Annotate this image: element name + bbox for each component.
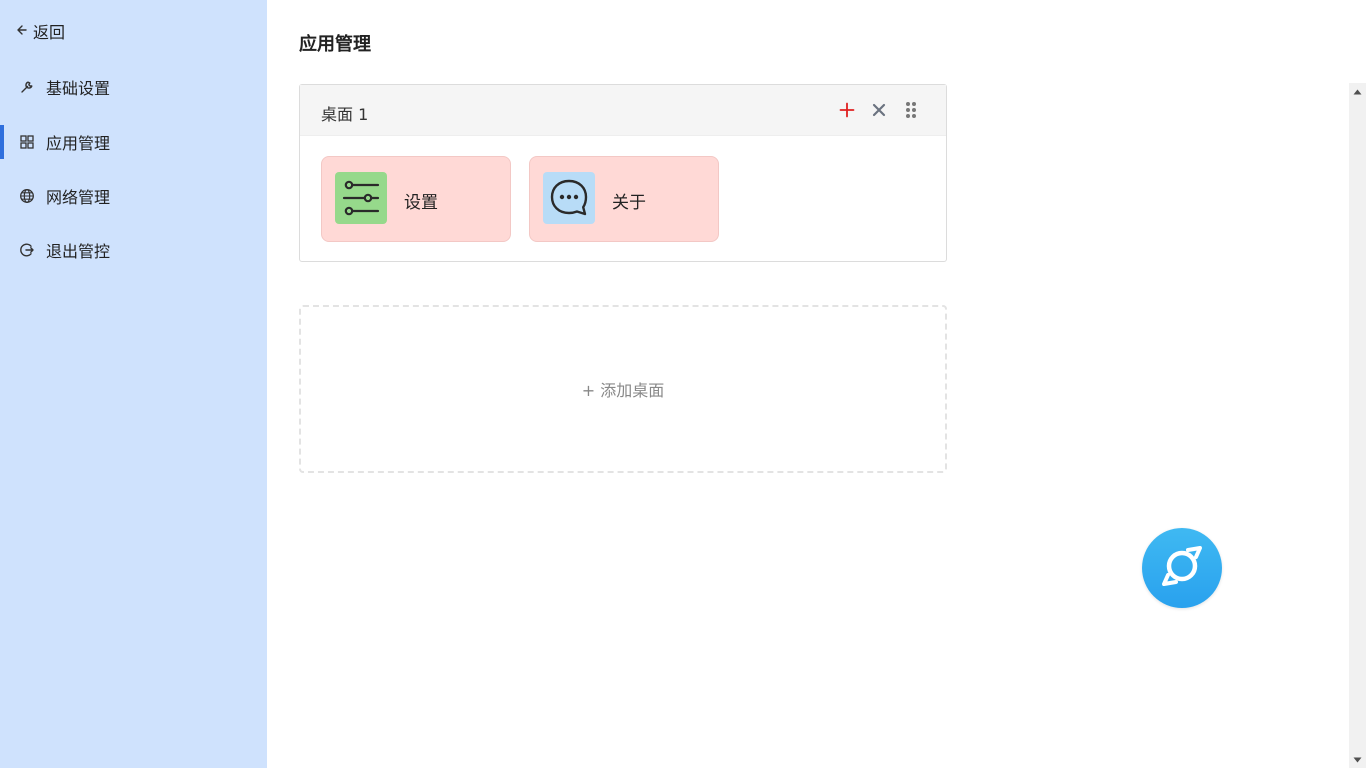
- sidebar: 返回 基础设置 应用管理 网络管理 退出管控: [0, 0, 267, 768]
- page-title: 应用管理: [299, 34, 371, 55]
- app-label: 关于: [612, 193, 646, 213]
- grid-icon: [19, 134, 35, 150]
- close-icon[interactable]: [870, 99, 888, 121]
- sidebar-item-network-management[interactable]: 网络管理: [0, 179, 267, 213]
- scroll-down-icon[interactable]: [1349, 751, 1366, 768]
- desktop-panel: 桌面 1 设置 关于: [299, 84, 947, 262]
- desktop-title: 桌面 1: [321, 105, 369, 124]
- scroll-up-icon[interactable]: [1349, 83, 1366, 100]
- sidebar-item-exit-control[interactable]: 退出管控: [0, 233, 267, 267]
- sidebar-item-label: 退出管控: [46, 242, 111, 261]
- vertical-scrollbar[interactable]: [1349, 83, 1366, 768]
- chat-bubble-icon: [543, 172, 595, 224]
- app-card-settings[interactable]: 设置: [321, 156, 511, 242]
- sidebar-item-basic-settings[interactable]: 基础设置: [0, 70, 267, 104]
- add-desktop-button[interactable]: + 添加桌面: [299, 305, 947, 473]
- sidebar-item-label: 网络管理: [46, 188, 111, 207]
- sidebar-item-label: 应用管理: [46, 134, 111, 153]
- sidebar-item-app-management[interactable]: 应用管理: [0, 125, 267, 159]
- desktop-actions: [838, 99, 920, 121]
- main-content: 应用管理 桌面 1 设置 关于 + 添加桌面: [267, 0, 1349, 768]
- scrollbar-track[interactable]: [1351, 101, 1364, 749]
- plus-icon[interactable]: [838, 99, 856, 121]
- planet-ring-icon: [1158, 542, 1206, 594]
- sliders-icon: [335, 172, 387, 224]
- globe-icon: [19, 188, 35, 204]
- arrow-left-icon: [14, 22, 28, 41]
- assistant-float-button[interactable]: [1142, 528, 1222, 608]
- back-button[interactable]: 返回: [14, 20, 65, 42]
- back-label: 返回: [33, 23, 66, 42]
- drag-handle-icon[interactable]: [902, 99, 920, 121]
- app-label: 设置: [404, 193, 438, 213]
- app-card-about[interactable]: 关于: [529, 156, 719, 242]
- wrench-icon: [19, 79, 35, 95]
- logout-icon: [19, 242, 35, 258]
- sidebar-item-label: 基础设置: [46, 79, 111, 98]
- desktop-header: 桌面 1: [300, 85, 946, 136]
